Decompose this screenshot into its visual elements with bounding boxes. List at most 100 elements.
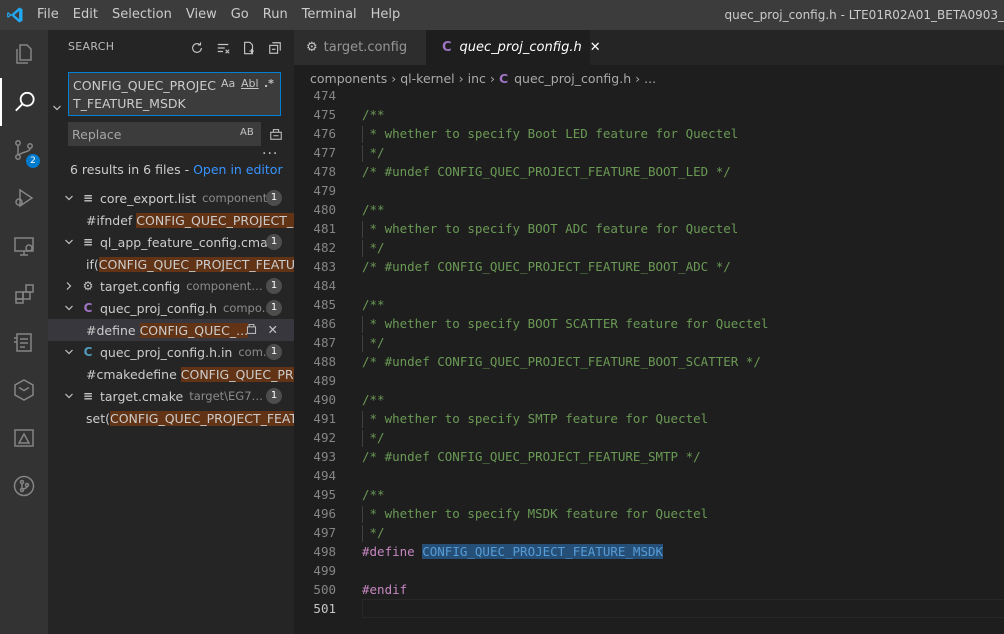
match-count-badge: 1 [266,388,282,404]
breadcrumb-item[interactable]: ql-kernel [400,71,454,86]
line-number: 495 [313,487,336,502]
code-text: */ [362,523,385,542]
code-token: /** [362,297,385,312]
code-token: * whether to specify Boot LED feature fo… [362,126,739,141]
chevron-down-icon[interactable] [62,237,76,247]
code-line: 488 /* #undef CONFIG_QUEC_PROJECT_FEATURE… [294,352,1004,371]
chevron-down-icon[interactable] [62,303,76,313]
indent-guide [362,525,363,542]
dismiss-icon[interactable]: ✕ [268,322,278,338]
code-token: /** [362,202,385,217]
code-view[interactable]: 474 475 /** 476 * whether to specify Boot L… [294,86,1004,618]
search-results: ≡ core_export.list component... 1 #ifndef CO… [48,187,294,429]
menu-item-selection[interactable]: Selection [105,0,179,30]
menu-item-go[interactable]: Go [224,0,256,30]
result-file-row[interactable]: Cquec_proj_config.h compo... 1 [48,297,294,319]
window-title: quec_proj_config.h - LTE01R02A01_BETA090… [724,8,1004,22]
code-line: 494 [294,466,1004,485]
search-query[interactable]: CONFIG_QUEC_PROJECT_FEATURE_MSDK [73,77,221,113]
menu-item-run[interactable]: Run [256,0,295,30]
line-number: 499 [313,563,336,578]
menu-item-terminal[interactable]: Terminal [295,0,364,30]
new-search-editor-icon[interactable] [236,38,262,58]
menu-item-help[interactable]: Help [364,0,408,30]
indent-guide [362,430,363,447]
match-prefix: #cmakedefine [86,366,181,382]
toggle-replace-icon[interactable] [52,100,64,116]
breadcrumb-item[interactable]: inc [468,71,486,86]
result-match-row[interactable]: #define CONFIG_QUEC_... ✕ [48,319,294,341]
chevron-right-icon: › [635,70,641,86]
code-line: 481 * whether to specify BOOT ADC featur… [294,219,1004,238]
code-line: 487 */ [294,333,1004,352]
editor-area: ⚙ target.config C quec_proj_config.h ✕ c… [294,30,1004,634]
replace-input[interactable] [68,122,236,146]
result-file-row[interactable]: ≡ ql_app_feature_config.cma... 1 [48,231,294,253]
code-line: 484 [294,276,1004,295]
match-text: #define CONFIG_QUEC_... [86,322,249,338]
line-number: 475 [313,107,336,122]
search-icon[interactable] [0,78,48,126]
clear-results-icon[interactable] [210,38,236,58]
git-graph-icon[interactable] [0,462,48,510]
remote-explorer-icon[interactable] [0,222,48,270]
tab-target-config[interactable]: ⚙ target.config [294,30,426,65]
cube-icon[interactable] [0,366,48,414]
explorer-icon[interactable] [0,30,48,78]
menu-item-file[interactable]: File [30,0,66,30]
menu-item-edit[interactable]: Edit [66,0,105,30]
result-match-row[interactable]: #cmakedefine CONFIG_QUEC_PR... [48,363,294,385]
open-in-editor-link[interactable]: Open in editor [193,162,283,177]
code-token: #endif [362,582,408,597]
line-number: 494 [313,468,336,483]
collapse-all-icon[interactable] [262,38,288,58]
breadcrumb-item[interactable]: quec_proj_config.h [514,71,631,86]
source-control-icon[interactable]: 2 [0,126,48,174]
result-match-row[interactable]: if(CONFIG_QUEC_PROJECT_FEATU... [48,253,294,275]
deploy-icon[interactable] [0,414,48,462]
match-text: #ifndef CONFIG_QUEC_PROJECT_F... [86,212,294,228]
code-text: /** [362,105,385,124]
breadcrumb-item[interactable]: components [310,71,387,86]
run-debug-icon[interactable] [0,174,48,222]
sidebar-title: SEARCH [68,40,115,53]
more-options-icon[interactable]: ··· [262,146,278,162]
chevron-down-icon[interactable] [62,391,76,401]
code-token: * whether to specify BOOT ADC feature fo… [362,221,739,236]
result-match-row[interactable]: set(CONFIG_QUEC_PROJECT_FEAT... [48,407,294,429]
match-highlight: CONFIG_QUEC_... [139,322,249,338]
chevron-down-icon[interactable] [62,193,76,203]
code-token: /* #undef CONFIG_QUEC_PROJECT_FEATURE_BO… [362,354,761,369]
test-explorer-icon[interactable] [0,318,48,366]
replace-all-icon[interactable] [269,127,283,145]
code-line: 496 * whether to specify MSDK feature fo… [294,504,1004,523]
whole-word-toggle[interactable]: Abl [241,77,259,90]
result-match-row[interactable]: #ifndef CONFIG_QUEC_PROJECT_F... [48,209,294,231]
tab-quec-proj-config[interactable]: C quec_proj_config.h ✕ [426,30,601,65]
refresh-icon[interactable] [184,38,210,58]
replace-icon[interactable] [245,322,258,338]
extensions-icon[interactable] [0,270,48,318]
match-text: if(CONFIG_QUEC_PROJECT_FEATU... [86,256,294,272]
close-tab-icon[interactable]: ✕ [590,40,601,55]
line-number: 490 [313,392,336,407]
preserve-case-toggle[interactable]: AB [240,127,254,138]
code-token: /** [362,487,385,502]
search-input[interactable]: CONFIG_QUEC_PROJECT_FEATURE_MSDK Aa Abl … [68,72,281,116]
match-case-toggle[interactable]: Aa [221,77,235,90]
result-file-row[interactable]: Cquec_proj_config.h.in com... 1 [48,341,294,363]
chevron-down-icon[interactable] [62,347,76,357]
menu-item-view[interactable]: View [179,0,224,30]
result-file-row[interactable]: ⚙ target.config components\... 1 [48,275,294,297]
c-file-icon: C [498,70,509,86]
code-line: 501 [294,599,1004,618]
regex-toggle[interactable]: .* [264,77,274,90]
result-file-row[interactable]: ≡ core_export.list component... 1 [48,187,294,209]
match-prefix: set( [86,410,110,426]
code-text: /** [362,390,385,409]
file-type-icon: ⚙ [82,279,94,293]
breadcrumb-item[interactable]: ... [644,71,656,86]
result-file-name: quec_proj_config.h.in [100,344,233,360]
result-file-row[interactable]: ≡ target.cmake target\EG700... 1 [48,385,294,407]
chevron-right-icon[interactable] [62,281,76,291]
